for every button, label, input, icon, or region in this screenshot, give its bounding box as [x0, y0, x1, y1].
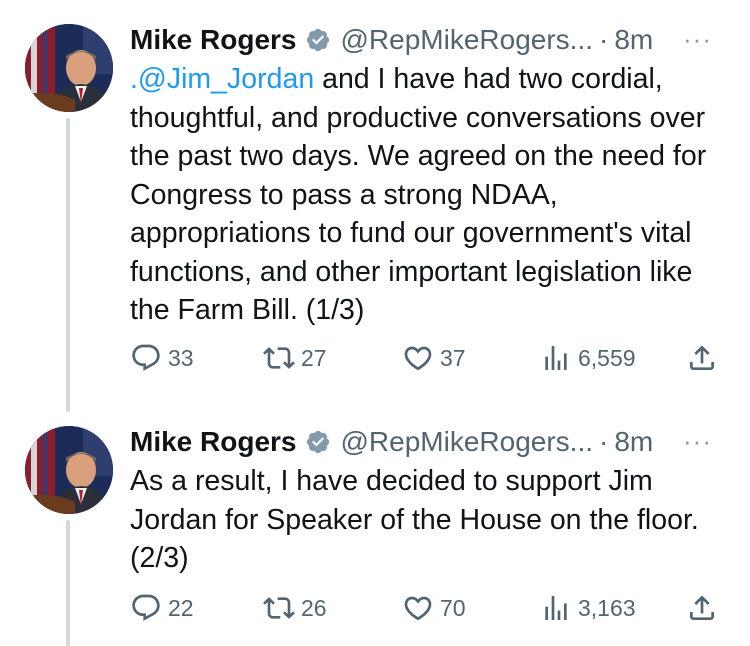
retweet-button[interactable]: 27	[263, 342, 327, 374]
like-button[interactable]: 70	[402, 592, 466, 624]
retweet-count: 27	[301, 344, 327, 371]
profile-photo	[25, 426, 113, 514]
like-count: 70	[440, 594, 466, 621]
views-chart-icon	[545, 346, 567, 370]
views-chart-icon	[545, 596, 567, 620]
reply-icon	[132, 594, 160, 621]
separator-dot: ·	[599, 426, 609, 457]
profile-photo	[25, 24, 113, 112]
handle[interactable]: @RepMikeRogers...	[341, 426, 594, 458]
like-button[interactable]: 37	[402, 342, 466, 374]
share-icon	[690, 595, 714, 620]
view-count: 3,163	[578, 594, 636, 621]
like-count: 37	[440, 344, 466, 371]
display-name[interactable]: Mike Rogers	[130, 24, 297, 56]
thread-line	[66, 400, 70, 412]
tweet-text: .@Jim_Jordan and I have had two cordial,…	[130, 60, 730, 330]
reply-button[interactable]: 33	[130, 342, 194, 374]
thread-line	[66, 118, 70, 410]
more-options-icon[interactable]: ···	[683, 426, 712, 457]
retweet-icon	[263, 597, 295, 619]
verified-badge-icon	[305, 27, 331, 53]
share-button[interactable]	[686, 342, 718, 374]
reply-count: 22	[168, 594, 194, 621]
avatar[interactable]	[25, 426, 113, 514]
more-options-icon[interactable]: ···	[683, 24, 712, 55]
heart-icon	[404, 346, 432, 371]
tweet[interactable]: Mike Rogers @RepMikeRogers... · 8m ··· A…	[0, 400, 750, 646]
tweet[interactable]: Mike Rogers @RepMikeRogers... · 8m ··· .…	[0, 0, 750, 410]
separator-dot: ·	[599, 24, 609, 55]
timestamp[interactable]: 8m	[614, 426, 653, 458]
view-count: 6,559	[578, 344, 636, 371]
display-name[interactable]: Mike Rogers	[130, 426, 297, 458]
verified-badge-icon	[305, 429, 331, 455]
retweet-button[interactable]: 26	[263, 592, 327, 624]
avatar[interactable]	[25, 24, 113, 112]
retweet-count: 26	[301, 594, 327, 621]
tweet-actions: 22 26 70 3,163	[130, 588, 728, 628]
tweet-text: As a result, I have decided to support J…	[130, 465, 707, 574]
tweet-actions: 33 27 37 6,559	[130, 338, 728, 378]
reply-icon	[132, 344, 160, 371]
tweet-text-body: and I have had two cordial, thoughtful, …	[130, 63, 715, 326]
heart-icon	[404, 596, 432, 621]
share-icon	[690, 345, 714, 370]
views-button[interactable]: 3,163	[540, 592, 636, 624]
tweet-header: Mike Rogers @RepMikeRogers... · 8m	[130, 20, 730, 60]
retweet-icon	[263, 347, 295, 369]
views-button[interactable]: 6,559	[540, 342, 636, 374]
reply-button[interactable]: 22	[130, 592, 194, 624]
handle[interactable]: @RepMikeRogers...	[341, 24, 594, 56]
tweet-header: Mike Rogers @RepMikeRogers... · 8m	[130, 422, 730, 462]
share-button[interactable]	[686, 592, 718, 624]
reply-count: 33	[168, 344, 194, 371]
mention-link[interactable]: .@Jim_Jordan	[130, 63, 314, 95]
thread-line	[66, 520, 70, 646]
timestamp[interactable]: 8m	[614, 24, 653, 56]
